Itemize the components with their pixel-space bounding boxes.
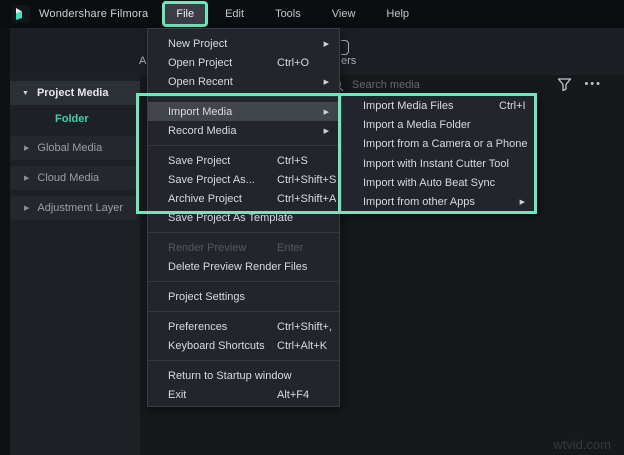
menubar-file[interactable]: File (165, 4, 205, 24)
menu-item-preferences[interactable]: PreferencesCtrl+Shift+, (148, 317, 339, 336)
submenu-item-import-from-other-apps[interactable]: Import from other Apps▶ (342, 193, 536, 211)
file-menu-dropdown: New Project▶ Open ProjectCtrl+O Open Rec… (147, 28, 340, 407)
shortcut: Ctrl+Shift+S (277, 174, 336, 186)
submenu-item-import-with-instant-cutter-tool[interactable]: Import with Instant Cutter Tool (342, 155, 536, 173)
tab-fragment-audio[interactable]: A (139, 55, 146, 67)
menu-item-exit[interactable]: ExitAlt+F4 (148, 385, 339, 404)
import-media-submenu: Import Media FilesCtrl+I Import a Media … (341, 95, 537, 213)
menu-item-keyboard-shortcuts[interactable]: Keyboard ShortcutsCtrl+Alt+K (148, 336, 339, 355)
submenu-item-import-with-auto-beat-sync[interactable]: Import with Auto Beat Sync (342, 174, 536, 192)
chevron-right-icon: ▶ (24, 144, 29, 152)
menu-item-open-recent[interactable]: Open Recent▶ (148, 72, 339, 91)
menu-item-save-project-as-template[interactable]: Save Project As Template (148, 208, 339, 227)
shortcut: Ctrl+I (499, 100, 526, 112)
menu-item-delete-preview-render-files[interactable]: Delete Preview Render Files (148, 257, 339, 276)
window-edge (0, 28, 10, 455)
menu-item-new-project[interactable]: New Project▶ (148, 34, 339, 53)
adjustment-layer-label: Adjustment Layer (37, 202, 123, 214)
shortcut: Ctrl+O (277, 57, 309, 69)
menu-separator (148, 311, 339, 312)
menubar-tools[interactable]: Tools (264, 4, 312, 24)
menu-item-archive-project[interactable]: Archive ProjectCtrl+Shift+A (148, 189, 339, 208)
submenu-item-import-media-files[interactable]: Import Media FilesCtrl+I (342, 97, 536, 115)
chevron-right-icon: ▶ (24, 204, 29, 212)
global-media-label: Global Media (37, 142, 102, 154)
submenu-arrow-icon: ▶ (520, 198, 525, 206)
menu-item-save-project-as[interactable]: Save Project As...Ctrl+Shift+S (148, 170, 339, 189)
submenu-arrow-icon: ▶ (324, 40, 329, 48)
search-input[interactable]: Search media (352, 79, 420, 91)
menu-item-save-project[interactable]: Save ProjectCtrl+S (148, 151, 339, 170)
submenu-item-import-a-media-folder[interactable]: Import a Media Folder (342, 116, 536, 134)
menu-separator (148, 232, 339, 233)
menu-separator (148, 145, 339, 146)
menu-item-project-settings[interactable]: Project Settings (148, 287, 339, 306)
shortcut: Ctrl+Shift+A (277, 193, 336, 205)
tab-fragment-stickers[interactable]: ers (341, 55, 356, 67)
submenu-item-import-from-camera-or-phone[interactable]: Import from a Camera or a Phone (342, 135, 536, 153)
menu-item-open-project[interactable]: Open ProjectCtrl+O (148, 53, 339, 72)
menu-item-import-media[interactable]: Import Media▶ (148, 102, 339, 121)
filmora-logo-icon (12, 5, 30, 23)
shortcut: Ctrl+S (277, 155, 308, 167)
menu-item-render-preview: Render PreviewEnter (148, 238, 339, 257)
shortcut: Alt+F4 (277, 389, 309, 401)
sidebar-item-global-media[interactable]: ▶ Global Media (10, 136, 138, 160)
more-options-icon[interactable]: ••• (584, 78, 602, 90)
submenu-arrow-icon: ▶ (324, 127, 329, 135)
menubar-help[interactable]: Help (375, 4, 420, 24)
hidden-tab-icon-fragment (341, 40, 349, 55)
chevron-down-icon: ▼ (22, 90, 29, 97)
app-title: Wondershare Filmora (39, 8, 148, 20)
sidebar-item-folder[interactable]: Folder (55, 113, 89, 125)
menu-separator (148, 360, 339, 361)
filmora-window: Media Stock Media A ers Templates Search… (0, 0, 624, 455)
chevron-right-icon: ▶ (24, 174, 29, 182)
submenu-arrow-icon: ▶ (324, 108, 329, 116)
shortcut: Ctrl+Shift+, (277, 321, 332, 333)
menubar: File Edit Tools View Help (165, 0, 429, 28)
submenu-arrow-icon: ▶ (324, 78, 329, 86)
filter-icon[interactable] (557, 77, 572, 92)
menu-separator (148, 281, 339, 282)
menubar-view[interactable]: View (321, 4, 367, 24)
watermark: wtvid.com (553, 437, 611, 452)
shortcut: Enter (277, 242, 303, 254)
sidebar-item-adjustment-layer[interactable]: ▶ Adjustment Layer (10, 196, 138, 220)
title-menu-bar: Wondershare Filmora File Edit Tools View… (0, 0, 624, 28)
menubar-edit[interactable]: Edit (214, 4, 255, 24)
menu-item-record-media[interactable]: Record Media▶ (148, 121, 339, 140)
shortcut: Ctrl+Alt+K (277, 340, 327, 352)
cloud-media-label: Cloud Media (37, 172, 99, 184)
menu-separator (148, 96, 339, 97)
sidebar-item-cloud-media[interactable]: ▶ Cloud Media (10, 166, 138, 190)
project-media-label: Project Media (37, 87, 109, 99)
sidebar-item-project-media[interactable]: ▼ Project Media (10, 81, 140, 105)
menu-item-return-to-startup-window[interactable]: Return to Startup window (148, 366, 339, 385)
media-sidebar: ▼ Project Media Folder ▶ Global Media ▶ … (10, 75, 140, 455)
